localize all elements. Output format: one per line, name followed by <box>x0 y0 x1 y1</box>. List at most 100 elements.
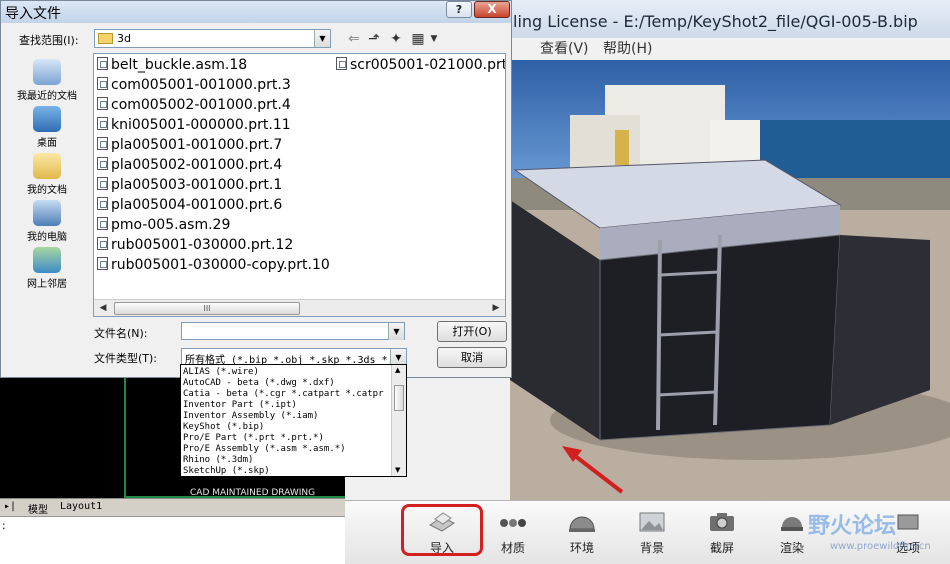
dropdown-scrollbar[interactable]: ▲ ▼ <box>391 365 406 476</box>
dropdown-option[interactable]: Pro/E Assembly (*.asm *.asm.*) <box>183 444 346 454</box>
place-label: 桌面 <box>37 138 57 149</box>
import-file-dialog: 导入文件 ? X 查找范围(I): 3d ▼ ⇐ ⬏ ✦ ▦ ▼ 我最近的文档 … <box>0 0 512 378</box>
up-folder-icon[interactable]: ⬏ <box>365 31 383 47</box>
dropdown-option[interactable]: Catia - beta (*.cgr *.catpart *.catpr <box>183 389 383 399</box>
dropdown-option[interactable]: KeyShot (*.bip) <box>183 422 264 432</box>
place-my-documents[interactable]: 我的文档 <box>7 151 87 197</box>
screenshot-button[interactable]: 截屏 <box>692 505 752 561</box>
background-label: 背景 <box>639 541 664 555</box>
places-bar: 我最近的文档 桌面 我的文档 我的电脑 网上邻居 <box>7 53 87 303</box>
list-item[interactable]: pla005003-001000.prt.1 <box>97 177 282 197</box>
my-computer-icon <box>33 200 61 226</box>
file-icon <box>336 57 347 70</box>
dropdown-option[interactable]: SketchUp (*.skp) <box>183 466 270 476</box>
chevron-down-icon[interactable]: ▼ <box>314 30 330 47</box>
network-places-icon <box>33 247 61 273</box>
file-icon <box>97 77 108 90</box>
render-viewport[interactable] <box>510 60 950 500</box>
desktop-icon <box>33 106 61 132</box>
new-folder-icon[interactable]: ✦ <box>387 31 405 47</box>
dropdown-option[interactable]: Pro/E Part (*.prt *.prt.*) <box>183 433 324 443</box>
environment-button[interactable]: 环境 <box>552 505 612 561</box>
file-icon <box>97 237 108 250</box>
materials-button[interactable]: 材质 <box>483 505 543 561</box>
watermark-url: www.proewildfire.cn <box>830 541 931 552</box>
file-icon <box>97 257 108 270</box>
materials-label: 材质 <box>500 541 525 555</box>
keyshot-window-title: ling License - E:/Temp/KeyShot2_file/QGI… <box>513 12 918 31</box>
list-item[interactable]: scr005001-021000.prt. <box>336 57 506 77</box>
menu-view[interactable]: 查看(V) <box>540 38 589 58</box>
dropdown-option[interactable]: ALIAS (*.wire) <box>183 367 259 377</box>
filetype-select[interactable]: 所有格式 (*.bip *.obj *.skp *.3ds *.f ▼ <box>181 348 407 366</box>
cad-command-line[interactable]: : <box>0 516 345 564</box>
options-icon <box>897 514 919 530</box>
environment-label: 环境 <box>569 541 594 555</box>
watermark-text: 野火论坛 <box>808 514 897 539</box>
scroll-down-icon[interactable]: ▼ <box>395 466 400 474</box>
place-my-computer[interactable]: 我的电脑 <box>7 198 87 244</box>
file-icon <box>97 177 108 190</box>
list-item[interactable]: rub005001-030000.prt.12 <box>97 237 293 257</box>
render-label: 渲染 <box>779 541 804 555</box>
dropdown-option[interactable]: Rhino (*.3dm) <box>183 455 253 465</box>
lookin-select[interactable]: 3d ▼ <box>94 29 331 48</box>
file-icon <box>97 157 108 170</box>
list-item[interactable]: com005001-001000.prt.3 <box>97 77 291 97</box>
place-label: 我的文档 <box>27 185 67 196</box>
list-item[interactable]: pla005002-001000.prt.4 <box>97 157 282 177</box>
tab-layout1[interactable]: Layout1 <box>60 501 102 512</box>
place-desktop[interactable]: 桌面 <box>7 104 87 150</box>
file-name: pla005004-001000.prt.6 <box>111 197 283 213</box>
cad-nav-arrows[interactable]: ▸| <box>4 501 16 512</box>
cad-command-prompt: : <box>2 519 6 532</box>
scroll-up-icon[interactable]: ▲ <box>395 366 400 374</box>
my-documents-icon <box>33 153 61 179</box>
filetype-dropdown-list[interactable]: ALIAS (*.wire) AutoCAD - beta (*.dwg *.d… <box>180 364 407 477</box>
scroll-left-icon[interactable]: ◀ <box>96 302 110 315</box>
horizontal-scrollbar[interactable]: ◀ III ▶ <box>94 299 505 316</box>
screenshot-label: 截屏 <box>709 541 734 555</box>
list-item[interactable]: com005002-001000.prt.4 <box>97 97 291 117</box>
list-item[interactable]: pla005001-001000.prt.7 <box>97 137 282 157</box>
background-icon <box>639 512 665 532</box>
view-menu-arrow-icon[interactable]: ▼ <box>425 31 443 47</box>
file-name: com005002-001000.prt.4 <box>111 97 291 113</box>
back-icon[interactable]: ⇐ <box>345 31 363 47</box>
list-item[interactable]: pmo-005.asm.29 <box>97 217 230 237</box>
file-icon <box>97 137 108 150</box>
dropdown-option[interactable]: AutoCAD - beta (*.dwg *.dxf) <box>183 378 335 388</box>
file-name: rub005001-030000.prt.12 <box>111 237 294 253</box>
close-button[interactable]: X <box>474 1 510 18</box>
dropdown-option[interactable]: Inventor Part (*.ipt) <box>183 400 297 410</box>
screenshot-icon <box>710 513 734 531</box>
filename-label: 文件名(N): <box>94 327 148 340</box>
open-button[interactable]: 打开(O) <box>437 321 507 342</box>
help-button[interactable]: ? <box>446 1 472 18</box>
tab-model[interactable]: 模型 <box>28 501 48 516</box>
background-button[interactable]: 背景 <box>622 505 682 561</box>
dialog-title: 导入文件 <box>5 6 61 22</box>
chevron-down-icon[interactable]: ▼ <box>388 323 404 340</box>
lookin-label: 查找范围(I): <box>19 34 79 47</box>
list-item[interactable]: pla005004-001000.prt.6 <box>97 197 282 217</box>
list-item[interactable]: kni005001-000000.prt.11 <box>97 117 291 137</box>
list-item[interactable]: rub005001-030000-copy.prt.10 <box>97 257 330 277</box>
file-list[interactable]: belt_buckle.asm.18 com005001-001000.prt.… <box>93 53 506 317</box>
dropdown-scroll-thumb[interactable] <box>394 385 404 411</box>
dialog-titlebar[interactable]: 导入文件 ? X <box>1 1 511 23</box>
place-network[interactable]: 网上邻居 <box>7 245 87 291</box>
place-recent-documents[interactable]: 我最近的文档 <box>7 57 87 103</box>
file-icon <box>97 117 108 130</box>
file-name: pla005003-001000.prt.1 <box>111 177 283 193</box>
scroll-right-icon[interactable]: ▶ <box>489 302 503 315</box>
filename-field[interactable]: ▼ <box>181 322 405 340</box>
menu-help[interactable]: 帮助(H) <box>603 38 652 58</box>
file-icon <box>97 97 108 110</box>
file-name: scr005001-021000.prt. <box>350 57 506 73</box>
cancel-button[interactable]: 取消 <box>437 347 507 368</box>
list-item[interactable]: belt_buckle.asm.18 <box>97 57 247 77</box>
dropdown-option[interactable]: Inventor Assembly (*.iam) <box>183 411 318 421</box>
folder-icon <box>98 33 113 44</box>
scroll-thumb[interactable]: III <box>114 302 300 315</box>
